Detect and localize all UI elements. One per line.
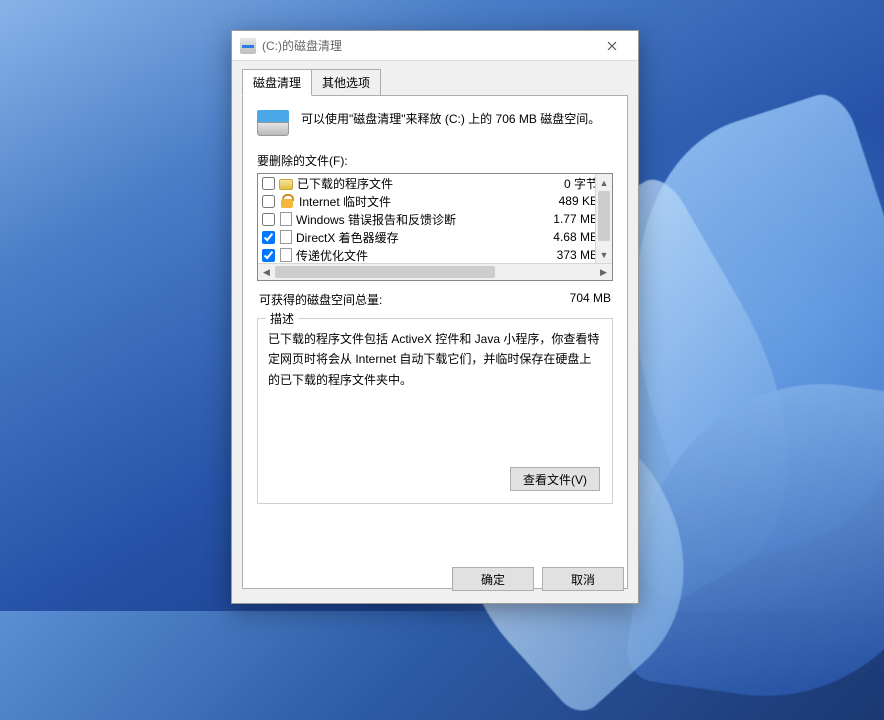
total-row: 可获得的磁盘空间总量: 704 MB <box>259 291 611 308</box>
scroll-thumb-y[interactable] <box>598 191 610 241</box>
files-label: 要删除的文件(F): <box>257 152 613 169</box>
file-checkbox[interactable] <box>262 231 275 244</box>
drive-icon <box>257 110 289 138</box>
folder-icon <box>279 179 293 190</box>
file-size: 1.77 MB <box>538 212 598 226</box>
file-checkbox[interactable] <box>262 249 275 262</box>
ok-button[interactable]: 确定 <box>452 567 534 591</box>
file-checkbox[interactable] <box>262 195 275 208</box>
disk-cleanup-icon <box>240 38 256 54</box>
total-value: 704 MB <box>570 291 611 308</box>
file-row[interactable]: Internet 临时文件 489 KB <box>258 192 612 210</box>
dialog-footer: 确定 取消 <box>452 567 624 591</box>
horizontal-scrollbar[interactable]: ◀ ▶ <box>258 263 612 280</box>
file-checkbox[interactable] <box>262 177 275 190</box>
file-size: 4.68 MB <box>538 230 598 244</box>
description-label: 描述 <box>266 310 298 327</box>
window-title: (C:)的磁盘清理 <box>262 37 589 54</box>
file-name: Windows 错误报告和反馈诊断 <box>296 211 534 228</box>
description-group: 描述 已下载的程序文件包括 ActiveX 控件和 Java 小程序，你查看特定… <box>257 318 613 504</box>
scroll-down-icon[interactable]: ▼ <box>596 246 612 263</box>
file-size: 0 字节 <box>538 175 598 192</box>
cancel-button[interactable]: 取消 <box>542 567 624 591</box>
file-name: Internet 临时文件 <box>299 193 534 210</box>
intro-row: 可以使用"磁盘清理"来释放 (C:) 上的 706 MB 磁盘空间。 <box>257 110 613 138</box>
file-checkbox[interactable] <box>262 213 275 226</box>
lock-icon <box>279 193 295 209</box>
vertical-scrollbar[interactable]: ▲ ▼ <box>595 174 612 263</box>
file-row[interactable]: 传递优化文件 373 MB <box>258 246 612 264</box>
files-list: 已下载的程序文件0 字节Internet 临时文件 489 KB Windows 错… <box>257 173 613 281</box>
file-row[interactable]: 已下载的程序文件0 字节 <box>258 174 612 192</box>
tab-more-options[interactable]: 其他选项 <box>311 69 381 96</box>
file-size: 373 MB <box>538 248 598 262</box>
scroll-left-icon[interactable]: ◀ <box>258 265 275 281</box>
file-name: 传递优化文件 <box>296 247 534 264</box>
tab-disk-cleanup[interactable]: 磁盘清理 <box>242 69 312 96</box>
description-text: 已下载的程序文件包括 ActiveX 控件和 Java 小程序，你查看特定网页时… <box>268 329 602 390</box>
tab-strip: 磁盘清理 其他选项 <box>232 61 638 96</box>
scroll-right-icon[interactable]: ▶ <box>595 264 612 280</box>
total-label: 可获得的磁盘空间总量: <box>259 291 382 308</box>
titlebar[interactable]: (C:)的磁盘清理 <box>232 31 638 61</box>
intro-text: 可以使用"磁盘清理"来释放 (C:) 上的 706 MB 磁盘空间。 <box>301 110 600 138</box>
file-icon <box>280 212 292 226</box>
close-button[interactable] <box>589 32 634 60</box>
file-icon <box>280 248 292 262</box>
scroll-thumb-x[interactable] <box>275 266 495 278</box>
file-row[interactable]: DirectX 着色器缓存 4.68 MB <box>258 228 612 246</box>
file-size: 489 KB <box>538 194 598 208</box>
view-files-button[interactable]: 查看文件(V) <box>510 467 600 491</box>
file-icon <box>280 230 292 244</box>
scroll-up-icon[interactable]: ▲ <box>596 174 612 191</box>
tab-content: 可以使用"磁盘清理"来释放 (C:) 上的 706 MB 磁盘空间。 要删除的文… <box>242 95 628 589</box>
close-icon <box>607 41 617 51</box>
file-name: 已下载的程序文件 <box>297 175 534 192</box>
file-name: DirectX 着色器缓存 <box>296 229 534 246</box>
file-row[interactable]: Windows 错误报告和反馈诊断 1.77 MB <box>258 210 612 228</box>
disk-cleanup-dialog: (C:)的磁盘清理 磁盘清理 其他选项 可以使用"磁盘清理"来释放 (C:) 上… <box>231 30 639 604</box>
